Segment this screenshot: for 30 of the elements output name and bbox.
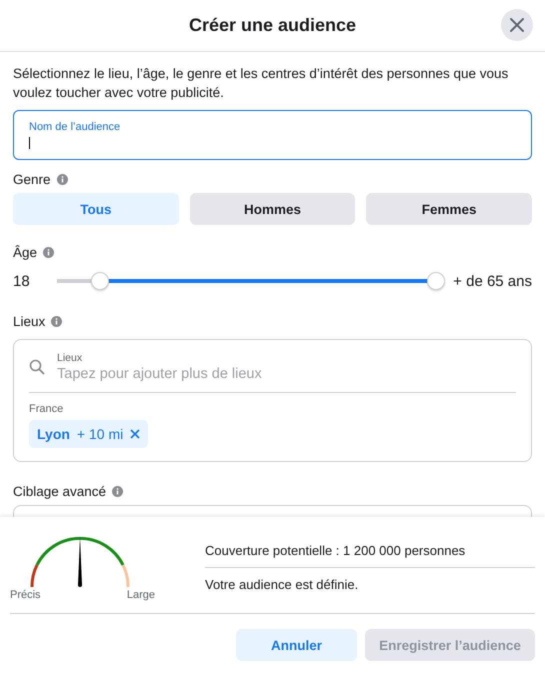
slider-handle[interactable]: [91, 272, 110, 290]
location-chip[interactable]: Lyon + 10 mi: [29, 420, 148, 448]
section-label: Ciblage avancé: [13, 484, 106, 499]
info-icon[interactable]: [51, 316, 62, 327]
age-min-value: 18: [13, 272, 30, 290]
dialog-title: Créer une audience: [188, 15, 356, 36]
intro-text: Sélectionnez le lieu, l’âge, le genre et les centres d’intérêt des personnes que vous voulez toucher avec votre publicité.: [13, 65, 510, 102]
age-max-value: + de 65 ans: [453, 272, 532, 290]
info-icon[interactable]: [43, 247, 54, 258]
audience-status-text: Votre audience est définie.: [205, 576, 360, 592]
section-label: Lieux: [13, 314, 46, 329]
gender-option[interactable]: Tous: [13, 193, 179, 225]
audience-name-field[interactable]: Nom de l’audience: [13, 110, 532, 160]
close-icon: [509, 17, 525, 33]
close-button[interactable]: [501, 9, 533, 41]
remove-icon[interactable]: [130, 429, 140, 439]
search-icon: [29, 359, 45, 375]
slider-handle[interactable]: [427, 272, 446, 290]
gauge-min-label: Précis: [10, 589, 41, 601]
cancel-button[interactable]: Annuler: [236, 629, 357, 661]
section-label: Âge: [13, 245, 38, 260]
search-label: Lieux: [57, 352, 84, 364]
gender-option[interactable]: Hommes: [190, 193, 356, 225]
info-icon[interactable]: [56, 174, 68, 185]
section-label: Genre: [13, 172, 51, 187]
gender-option[interactable]: Femmes: [366, 193, 532, 225]
country-label: France: [29, 403, 64, 415]
info-icon[interactable]: [112, 486, 124, 497]
gauge-max-label: Large: [126, 589, 155, 601]
potential-reach-text: Couverture potentielle : 1 200 000 personnes: [205, 543, 535, 568]
